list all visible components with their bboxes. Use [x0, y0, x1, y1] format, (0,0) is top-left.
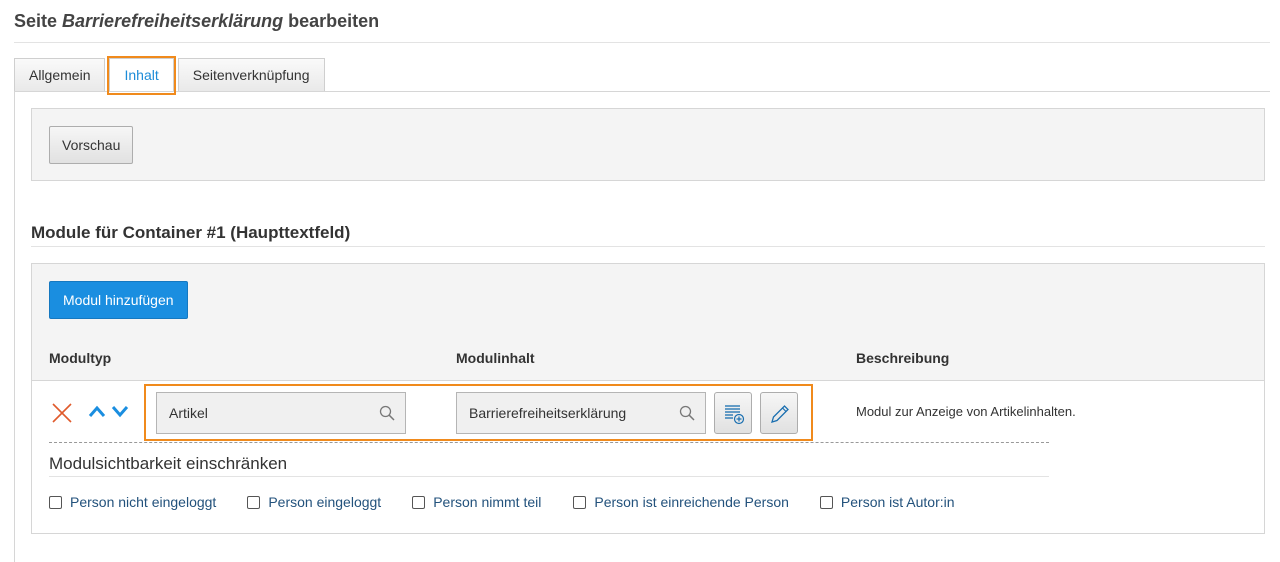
column-header-content: Modulinhalt — [456, 350, 535, 366]
title-divider — [14, 42, 1270, 43]
chevron-up-icon[interactable] — [88, 404, 106, 418]
tab-seitenverknuepfung[interactable]: Seitenverknüpfung — [177, 58, 325, 91]
module-panel-header: Modul hinzufügen Modultyp Modulinhalt Be… — [32, 264, 1264, 381]
chevron-down-icon[interactable] — [111, 404, 129, 418]
visibility-options: Person nicht eingeloggt Person eingelogg… — [49, 494, 955, 510]
section-divider — [31, 246, 1265, 247]
column-header-description: Beschreibung — [856, 350, 950, 366]
checkbox-box[interactable] — [247, 495, 261, 509]
visibility-divider — [49, 476, 1049, 477]
page-name: Barrierefreiheitserklärung — [62, 11, 284, 31]
checkbox-box[interactable] — [412, 495, 426, 509]
highlight-active-tab — [107, 56, 176, 95]
checkbox-box[interactable] — [819, 495, 833, 509]
checkbox-logged-in[interactable]: Person eingeloggt — [247, 494, 381, 510]
row-divider — [49, 442, 1049, 443]
tab-allgemein[interactable]: Allgemein — [14, 58, 106, 91]
add-module-button[interactable]: Modul hinzufügen — [49, 281, 188, 319]
checkbox-submitter[interactable]: Person ist einreichende Person — [573, 494, 789, 510]
module-description: Modul zur Anzeige von Artikelinhalten. — [856, 404, 1076, 419]
checkbox-box[interactable] — [49, 495, 62, 509]
page-title: Seite Barrierefreiheitserklärung bearbei… — [14, 11, 380, 31]
checkbox-not-logged-in[interactable]: Person nicht eingeloggt — [49, 494, 216, 510]
checkbox-participant[interactable]: Person nimmt teil — [412, 494, 541, 510]
close-icon[interactable] — [50, 401, 74, 425]
visibility-title: Modulsichtbarkeit einschränken — [49, 454, 288, 473]
column-header-type: Modultyp — [49, 350, 112, 366]
section-title: Module für Container #1 (Haupttextfeld) — [31, 223, 351, 242]
module-panel: Modul hinzufügen Modultyp Modulinhalt Be… — [31, 263, 1265, 534]
checkbox-author[interactable]: Person ist Autor:in — [819, 494, 955, 510]
checkbox-box[interactable] — [573, 495, 587, 509]
preview-panel: Vorschau — [31, 108, 1265, 181]
preview-button[interactable]: Vorschau — [49, 126, 134, 164]
highlight-module-row — [144, 384, 813, 441]
